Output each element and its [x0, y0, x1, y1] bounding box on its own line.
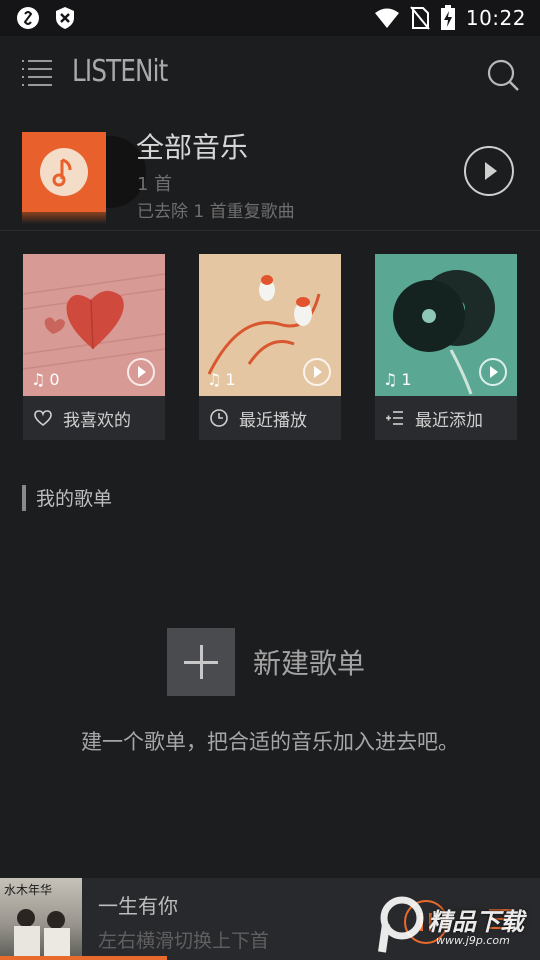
divider [0, 230, 540, 231]
play-icon [490, 366, 498, 378]
list-add-icon [386, 411, 403, 425]
music-note-icon: ♫ [31, 370, 46, 389]
now-playing-title: 一生有你 [98, 894, 178, 918]
play-icon [314, 366, 322, 378]
play-circle-icon [485, 162, 497, 180]
section-title: 我的歌单 [36, 488, 113, 510]
search-icon[interactable] [486, 58, 520, 92]
card-label: 我喜欢的 [23, 396, 165, 440]
music-note-icon: ♫ [207, 370, 222, 389]
play-icon [138, 366, 146, 378]
music-note-icon: ♫ [383, 370, 398, 389]
watermark-text: 精品下载 [428, 908, 524, 936]
section-accent-bar [22, 484, 26, 511]
new-playlist-label[interactable]: 新建歌单 [253, 642, 365, 682]
status-time: 10:22 [465, 6, 526, 30]
card-play-button[interactable] [127, 358, 155, 386]
status-right-icons: 10:22 [374, 5, 540, 31]
card-label: 最近添加 [375, 396, 517, 440]
card-song-count: ♫ 0 [31, 370, 60, 389]
new-playlist-row[interactable]: 新建歌单 [167, 628, 365, 696]
album-sleeve [22, 132, 106, 212]
wifi-icon [374, 8, 399, 28]
card-recently-added[interactable]: ♫ 1 最近添加 [375, 254, 517, 440]
card-song-count: ♫ 1 [207, 370, 236, 389]
add-playlist-button[interactable] [167, 628, 235, 696]
album-reflection [22, 212, 106, 224]
card-recently-played[interactable]: ♫ 1 最近播放 [199, 254, 341, 440]
svg-text:水木年华: 水木年华 [4, 883, 52, 897]
no-sim-icon [410, 6, 430, 30]
card-favorites[interactable]: ♫ 0 我喜欢的 [23, 254, 165, 440]
playback-progress [0, 956, 168, 960]
notification-icon [17, 7, 39, 29]
my-playlists-header: 我的歌单 [22, 484, 112, 511]
clock-icon [210, 409, 228, 427]
duplicate-removed-note: 已去除 1 首重复歌曲 [137, 202, 295, 222]
status-left-icons [0, 6, 76, 30]
watermark: 精品下载 www.j9p.com [376, 890, 540, 960]
hamburger-menu-icon[interactable] [20, 58, 54, 88]
now-playing-subtitle: 左右横滑切换上下首 [98, 930, 270, 952]
now-playing-cover: 水木年华 [0, 878, 82, 960]
heart-outline-icon [34, 410, 52, 427]
card-play-button[interactable] [303, 358, 331, 386]
card-play-button[interactable] [479, 358, 507, 386]
new-playlist-hint: 建一个歌单，把合适的音乐加入进去吧。 [81, 730, 459, 754]
card-song-count: ♫ 1 [383, 370, 412, 389]
all-music-count: 1 首 [137, 174, 173, 195]
battery-charging-icon [440, 5, 455, 30]
play-all-button[interactable] [464, 146, 514, 196]
shield-icon [56, 7, 74, 29]
music-note-icon [40, 148, 88, 196]
card-label: 最近播放 [199, 396, 341, 440]
app-bar: LISTENit [0, 36, 540, 112]
status-bar: 10:22 [0, 0, 540, 36]
watermark-url: www.j9p.com [436, 934, 510, 947]
all-music-row[interactable]: 全部音乐 1 首 已去除 1 首重复歌曲 [0, 112, 540, 230]
all-music-title: 全部音乐 [136, 131, 249, 164]
app-logo: LISTENit [72, 54, 168, 89]
all-music-album-cover [22, 132, 146, 224]
watermark-logo-icon [378, 896, 424, 953]
